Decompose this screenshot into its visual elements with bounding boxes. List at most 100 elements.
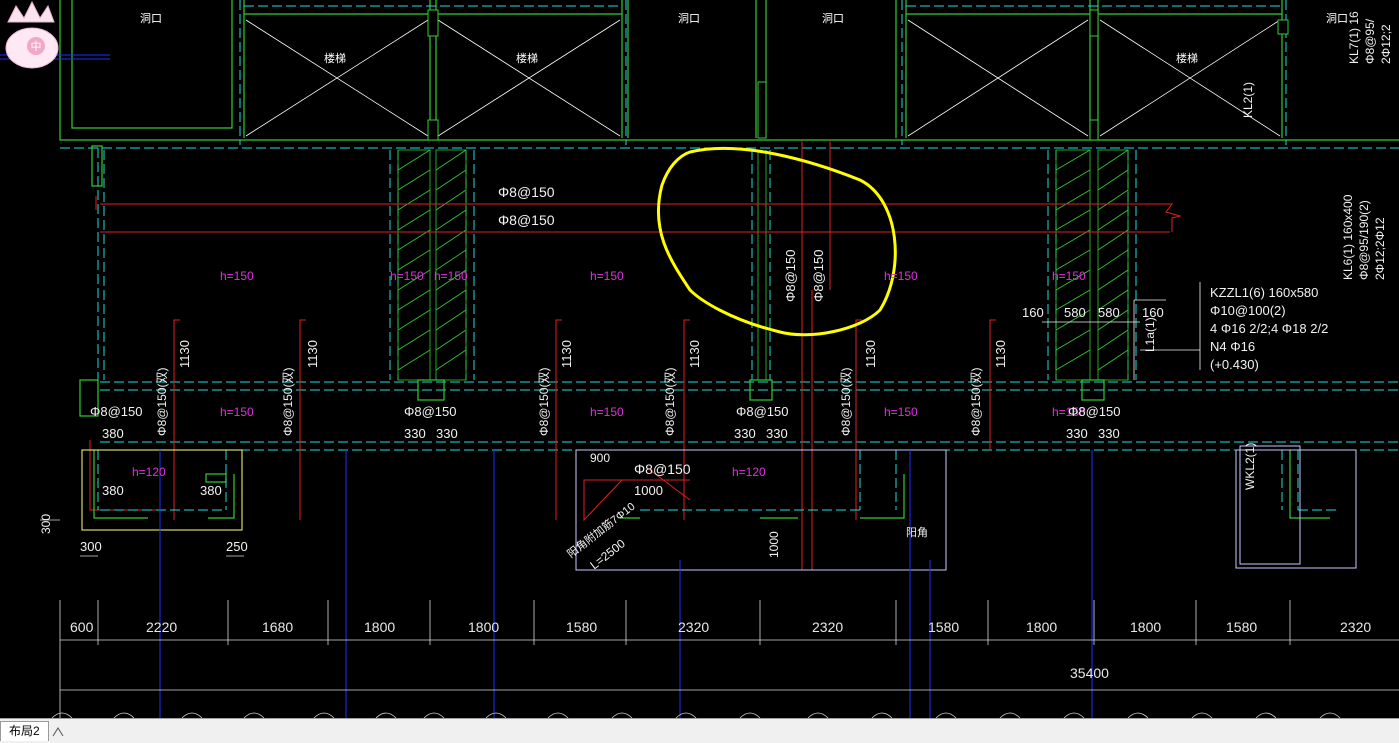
upper-room-cyan — [60, 0, 1399, 149]
dim-segment: 1580 — [928, 619, 960, 635]
dim-1000: 1000 — [634, 483, 663, 498]
bar-length: 1130 — [863, 340, 878, 368]
column-dim: 580 — [1064, 305, 1086, 320]
kl6-annotation: Φ8@95/190(2) — [1357, 200, 1371, 280]
dim-segment: 1800 — [364, 619, 396, 635]
dim-900: 900 — [590, 451, 611, 465]
anchor-length: 380 — [102, 426, 124, 441]
kzzl-annotation: (+0.430) — [1210, 357, 1259, 372]
kl6-annotation: KL6(1) 160x400 — [1341, 194, 1355, 280]
dim-segment: 1580 — [566, 619, 598, 635]
dim-1000: 1000 — [767, 531, 781, 558]
stair-label: 楼梯 — [516, 53, 538, 65]
anchor-length: 330 — [404, 426, 426, 441]
column-dim: 160 — [1022, 305, 1044, 320]
l1a-annotation: L1a(1) — [1143, 317, 1157, 352]
slab-thickness: h=150 — [590, 269, 624, 283]
dim-segment: 2320 — [1340, 619, 1372, 635]
anchor-length: 380 — [102, 483, 124, 498]
bar-spec: Φ8@150(双) — [969, 367, 983, 436]
slab-rebar-label: Φ8@150 — [783, 249, 798, 303]
slab-rebar-red — [95, 140, 1182, 290]
anchor-length: 330 — [1098, 426, 1120, 441]
kzzl-annotation: Φ10@100(2) — [1210, 303, 1286, 318]
lower-rebar-label: Φ8@150 — [634, 461, 691, 477]
bar-length: 1130 — [177, 340, 192, 368]
bar-length: 1130 — [559, 340, 574, 368]
slab-thickness: h=150 — [884, 405, 918, 419]
slab-thickness: h=150 — [590, 405, 624, 419]
upper-room-walls — [59, 0, 1290, 141]
upper-columns — [427, 9, 1289, 141]
dim-segment: 1580 — [1226, 619, 1258, 635]
dim-segment: 600 — [70, 619, 94, 635]
dim-segment: 1800 — [468, 619, 500, 635]
slab-thickness: h=150 — [220, 269, 254, 283]
layout-tab-bar: 布局2 — [0, 718, 1399, 743]
slab-thickness: h=150 — [884, 269, 918, 283]
bar-length: 1130 — [993, 340, 1008, 368]
slab-thickness: h=150 — [390, 269, 424, 283]
kzzl-annotation: N4 Φ16 — [1210, 339, 1256, 354]
lower-rebar-label: Φ8@150 — [1068, 404, 1121, 419]
tab-layout2[interactable]: 布局2 — [0, 721, 49, 741]
bar-spec: Φ8@150(双) — [537, 367, 551, 436]
room-label: 洞口 — [678, 13, 700, 25]
dim-300: 300 — [80, 539, 102, 554]
hatch-columns — [364, 139, 1160, 381]
dim-segment: 1800 — [1026, 619, 1058, 635]
svg-text:中: 中 — [31, 40, 42, 53]
wkl2-annotation: WKL2(1) — [1243, 442, 1257, 490]
bar-spec: Φ8@150(双) — [281, 367, 295, 436]
dim-300: 300 — [39, 513, 53, 534]
dimension-marks — [1042, 282, 1201, 380]
anchor-length: 330 — [766, 426, 788, 441]
room-label: 洞口 — [140, 13, 162, 25]
slab-thickness: h=120 — [132, 465, 166, 479]
corner-label: 阳角 — [906, 527, 928, 539]
kzzl-annotation: 4 Φ16 2/2;4 Φ18 2/2 — [1210, 321, 1329, 336]
bar-spec: Φ8@150(双) — [155, 367, 169, 436]
column-dim: 580 — [1098, 305, 1120, 320]
lower-rebar-label: Φ8@150 — [736, 404, 789, 419]
dim-segment: 1680 — [262, 619, 294, 635]
tab-scroll-icon[interactable] — [52, 727, 64, 737]
lower-rebar-label: Φ8@150 — [404, 404, 457, 419]
room-label: 洞口 — [822, 13, 844, 25]
cad-drawing-canvas[interactable]: 洞口 洞口 洞口 洞口 楼梯 楼梯 楼梯 Φ8@150 Φ8@150 Φ8@15… — [0, 0, 1399, 718]
kl6-annotation: 2Φ12;2Φ12 — [1373, 217, 1387, 280]
bar-length: 1130 — [687, 340, 702, 368]
slab-thickness: h=120 — [732, 465, 766, 479]
anchor-length: 380 — [200, 483, 222, 498]
stair-label: 楼梯 — [1176, 53, 1198, 65]
kl2-annotation: KL2(1) — [1241, 81, 1255, 118]
bar-length: 1130 — [305, 340, 320, 368]
bottom-walls-green — [79, 379, 1330, 519]
kl7-annotation: Φ8@95/ — [1363, 18, 1377, 64]
bottom-walls-cyan — [97, 450, 1340, 511]
crown-widget-icon[interactable]: 中 — [0, 0, 59, 75]
anchor-length: 330 — [734, 426, 756, 441]
dim-segment: 1800 — [1130, 619, 1162, 635]
kl7-annotation: 2Φ12;2 — [1379, 24, 1393, 64]
dim-segment: 2220 — [146, 619, 178, 635]
bottom-frames — [81, 445, 1357, 571]
yellow-markup-circle — [656, 146, 897, 337]
slab-thickness: h=150 — [220, 405, 254, 419]
slab-rebar-label: Φ8@150 — [498, 212, 555, 228]
dim-segment: 2320 — [812, 619, 844, 635]
bar-spec: Φ8@150(双) — [839, 367, 853, 436]
stair-label: 楼梯 — [324, 53, 346, 65]
kl7-annotation: KL7(1) 16 — [1347, 11, 1361, 64]
anchor-length: 330 — [1066, 426, 1088, 441]
slab-rebar-label: Φ8@150 — [498, 184, 555, 200]
dim-segment: 2320 — [678, 619, 710, 635]
kzzl-annotation: KZZL1(6) 160x580 — [1210, 285, 1319, 300]
middle-slab-walls — [91, 139, 1399, 187]
bar-spec: Φ8@150(双) — [663, 367, 677, 436]
dim-250: 250 — [226, 539, 248, 554]
slab-thickness: h=150 — [434, 269, 468, 283]
anchor-length: 330 — [436, 426, 458, 441]
total-dimension: 35400 — [1070, 665, 1109, 681]
lower-rebar-label: Φ8@150 — [90, 404, 143, 419]
